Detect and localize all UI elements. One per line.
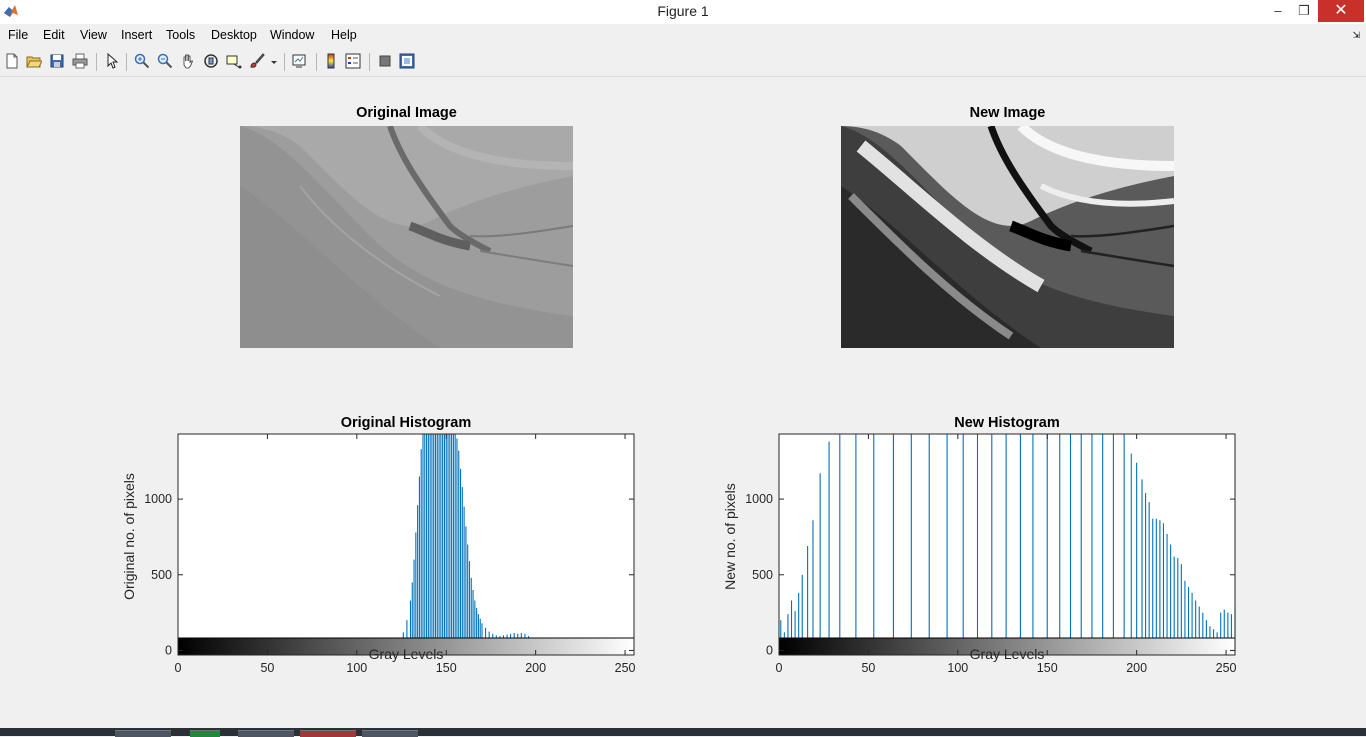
y-tick-label: 0 (766, 643, 773, 657)
toolbar-separator (96, 53, 97, 71)
menu-help[interactable]: Help (331, 28, 357, 42)
toolbar-separator (369, 53, 370, 71)
minimize-button[interactable]: – (1264, 0, 1292, 22)
restore-button[interactable]: ❐ (1290, 0, 1318, 22)
menu-tools[interactable]: Tools (166, 28, 195, 42)
legend-icon[interactable] (345, 53, 361, 69)
x-tick-label: 150 (436, 661, 457, 675)
histogram-original: 0 50 100 150 200 250 0 500 1000 Original Histogra… (121, 415, 636, 675)
brush-dropdown-icon[interactable] (270, 53, 278, 69)
edit-plot-icon[interactable] (104, 53, 120, 69)
toolbar-separator (316, 53, 317, 71)
x-tick-label: 0 (175, 661, 182, 675)
menu-edit[interactable]: Edit (43, 28, 65, 42)
toolbar-separator (284, 53, 285, 71)
histogram-new: 0 50 100 150 200 250 0 500 1000 New Histogram Gray… (722, 415, 1237, 675)
brush-icon[interactable] (249, 53, 265, 69)
x-axis-label: Gray Levels (369, 646, 444, 662)
x-tick-label: 50 (861, 661, 875, 675)
menu-window[interactable]: Window (270, 28, 314, 42)
x-tick-label: 200 (1126, 661, 1147, 675)
histogram-title: New Histogram (954, 415, 1060, 431)
y-tick-label: 500 (752, 568, 773, 582)
y-tick-label: 1000 (144, 492, 172, 506)
print-icon[interactable] (72, 53, 88, 69)
menubar-dock-icon[interactable]: ⇲ (1352, 30, 1360, 41)
window-title: Figure 1 (657, 3, 709, 19)
new-figure-icon[interactable] (4, 53, 20, 69)
x-axis-label: Gray Levels (970, 646, 1045, 662)
pan-icon[interactable] (180, 53, 196, 69)
save-icon[interactable] (49, 53, 65, 69)
y-tick-label: 1000 (745, 492, 773, 506)
window-titlebar: Figure 1 – ❐ ✕ (0, 0, 1366, 24)
x-tick-label: 150 (1037, 661, 1058, 675)
x-tick-label: 250 (615, 661, 636, 675)
histogram-title: Original Histogram (341, 415, 472, 431)
data-cursor-icon[interactable] (226, 53, 242, 69)
rotate-3d-icon[interactable] (203, 53, 219, 69)
histograms-canvas: 0 50 100 150 200 25005001000Original Histogra… (121, 415, 1237, 675)
x-tick-label: 50 (260, 661, 274, 675)
x-tick-label: 200 (525, 661, 546, 675)
hide-plot-tools-icon[interactable] (377, 53, 393, 69)
menu-bar: File Edit View Insert Tools Desktop Wind… (0, 24, 1366, 46)
x-tick-label: 100 (947, 661, 968, 675)
x-tick-label: 100 (346, 661, 367, 675)
x-tick-label: 250 (1216, 661, 1237, 675)
menu-view[interactable]: View (80, 28, 107, 42)
plot-area (178, 434, 634, 655)
toolbar-separator (126, 53, 127, 71)
zoom-in-icon[interactable] (134, 53, 150, 69)
show-plot-tools-icon[interactable] (399, 53, 415, 69)
zoom-out-icon[interactable] (157, 53, 173, 69)
colorbar-icon[interactable] (323, 53, 339, 69)
open-file-icon[interactable] (26, 53, 42, 69)
link-plot-icon[interactable] (291, 53, 307, 69)
y-tick-label: 500 (151, 568, 172, 582)
figure-toolbar (0, 48, 1366, 77)
figure-canvas: Original Image New Image 0 50 100 150 20… (0, 77, 1366, 728)
menu-insert[interactable]: Insert (121, 28, 152, 42)
menu-file[interactable]: File (8, 28, 28, 42)
y-axis-label: Original no. of pixels (121, 473, 137, 600)
y-tick-label: 0 (165, 643, 172, 657)
x-tick-label: 0 (776, 661, 783, 675)
close-button[interactable]: ✕ (1318, 0, 1364, 22)
y-axis-label: New no. of pixels (722, 483, 738, 590)
menu-desktop[interactable]: Desktop (211, 28, 257, 42)
